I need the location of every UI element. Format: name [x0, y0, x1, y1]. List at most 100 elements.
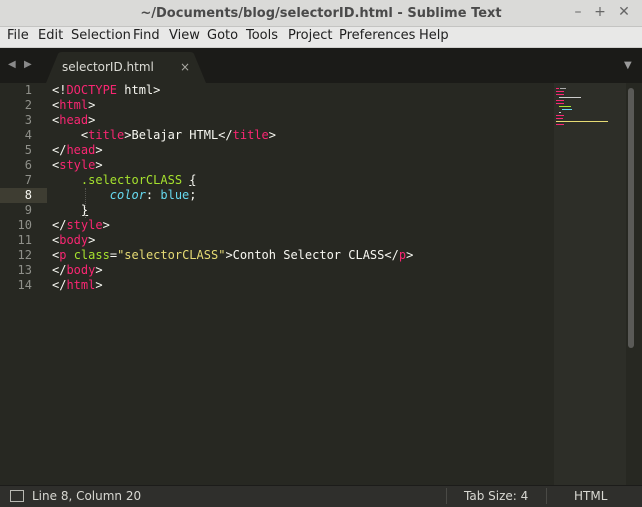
code-line[interactable]: <html>	[52, 98, 95, 113]
line-number: 2	[24, 98, 32, 112]
tab-selectorid[interactable]: selectorID.html ×	[46, 52, 206, 83]
code-token: >	[95, 278, 103, 292]
code-token: >	[95, 158, 103, 172]
minimap-viewport[interactable]	[554, 83, 626, 485]
minimap[interactable]	[556, 86, 616, 126]
code-token: :	[145, 188, 161, 202]
code-token: =	[109, 248, 118, 262]
menu-preferences[interactable]: Preferences	[339, 28, 415, 43]
editor-pane[interactable]: 1 2 3 4 5 6 7 8 9 10 11 12 13 14 <!DOCTYPE html> <html…	[0, 83, 642, 485]
menu-file[interactable]: File	[7, 28, 29, 43]
code-token: }	[80, 203, 89, 217]
code-token: >	[88, 98, 96, 112]
code-token: ;	[189, 188, 197, 202]
code-token: body	[59, 233, 89, 247]
line-number: 13	[17, 263, 32, 277]
line-number: 7	[24, 173, 32, 187]
code-token: html	[66, 278, 96, 292]
menu-project[interactable]: Project	[288, 28, 332, 43]
vertical-scrollbar[interactable]	[628, 88, 634, 348]
cursor-position: Line 8, Column 20	[32, 489, 142, 503]
code-token: DOCTYPE	[66, 83, 118, 97]
menu-find[interactable]: Find	[133, 28, 160, 43]
code-token: </	[52, 143, 67, 157]
line-number: 14	[17, 278, 32, 292]
line-number: 8	[24, 188, 32, 202]
line-number: 9	[24, 203, 32, 217]
menu-selection[interactable]: Selection	[71, 28, 131, 43]
code-token: title	[232, 128, 269, 142]
line-number-gutter: 1 2 3 4 5 6 7 8 9 10 11 12 13 14	[0, 83, 40, 485]
maximize-button[interactable]: +	[592, 4, 608, 20]
code-line[interactable]: </style>	[52, 218, 110, 233]
line-number: 6	[24, 158, 32, 172]
code-token: html	[59, 98, 89, 112]
code-line[interactable]: </body>	[52, 263, 103, 278]
code-line[interactable]: <title>Belajar HTML</title>	[52, 128, 276, 143]
code-line[interactable]: .selectorCLASS {	[52, 173, 197, 188]
code-token: >	[88, 113, 96, 127]
code-line[interactable]: <body>	[52, 233, 95, 248]
menu-help[interactable]: Help	[419, 28, 449, 43]
menu-goto[interactable]: Goto	[207, 28, 238, 43]
status-divider	[546, 488, 547, 504]
code-token: head	[59, 113, 89, 127]
syntax-selector[interactable]: HTML	[574, 489, 607, 503]
line-number: 4	[24, 128, 32, 142]
code-token: <	[52, 128, 89, 142]
menu-edit[interactable]: Edit	[38, 28, 63, 43]
code-token: {	[189, 173, 197, 187]
code-token: </	[52, 218, 67, 232]
code-token: blue	[160, 188, 190, 202]
status-bar: Line 8, Column 20 Tab Size: 4 HTML	[0, 485, 642, 507]
code-line[interactable]: </head>	[52, 143, 103, 158]
code-token: >	[95, 143, 103, 157]
code-line[interactable]: <p class="selectorCLASS">Contoh Selector…	[52, 248, 413, 263]
code-token: style	[66, 218, 103, 232]
menu-bar: File Edit Selection Find View Goto Tools…	[0, 27, 642, 48]
code-token: >	[268, 128, 276, 142]
code-line[interactable]: }	[52, 203, 88, 218]
code-line[interactable]: <style>	[52, 158, 103, 173]
minimize-button[interactable]: –	[570, 4, 586, 20]
code-line[interactable]: color: blue;	[52, 188, 197, 203]
code-line[interactable]: <head>	[52, 113, 95, 128]
code-token: p	[398, 248, 407, 262]
code-line[interactable]: <!DOCTYPE html>	[52, 83, 160, 98]
line-number: 12	[17, 248, 32, 262]
code-token: html>	[117, 83, 161, 97]
tab-size-selector[interactable]: Tab Size: 4	[464, 489, 528, 503]
line-number: 3	[24, 113, 32, 127]
close-tab-icon[interactable]: ×	[180, 60, 190, 74]
tab-label: selectorID.html	[62, 60, 154, 74]
code-token: class	[73, 248, 110, 262]
code-token: "selectorCLASS"	[117, 248, 226, 262]
code-token: >	[406, 248, 414, 262]
code-token: >	[102, 218, 110, 232]
menu-view[interactable]: View	[169, 28, 200, 43]
close-window-button[interactable]: ✕	[616, 4, 632, 20]
code-token: >Contoh Selector CLASS</	[225, 248, 399, 262]
code-line[interactable]: </html>	[52, 278, 103, 293]
code-token: </	[52, 278, 67, 292]
line-number: 5	[24, 143, 32, 157]
code-token: color	[109, 188, 146, 202]
code-token: body	[66, 263, 96, 277]
code-token: </	[52, 263, 67, 277]
tab-nav-left-icon[interactable]: ◀	[8, 59, 16, 70]
title-bar: ~/Documents/blog/selectorID.html - Subli…	[0, 0, 642, 27]
tab-list-dropdown-icon[interactable]: ▼	[624, 60, 632, 71]
menu-tools[interactable]: Tools	[246, 28, 278, 43]
status-divider	[446, 488, 447, 504]
line-number: 1	[24, 83, 32, 97]
line-number: 10	[17, 218, 32, 232]
panel-toggle-icon[interactable]	[10, 490, 24, 502]
tab-nav-right-icon[interactable]: ▶	[24, 59, 32, 70]
code-token: title	[88, 128, 125, 142]
line-number: 11	[17, 233, 32, 247]
code-token: style	[59, 158, 96, 172]
